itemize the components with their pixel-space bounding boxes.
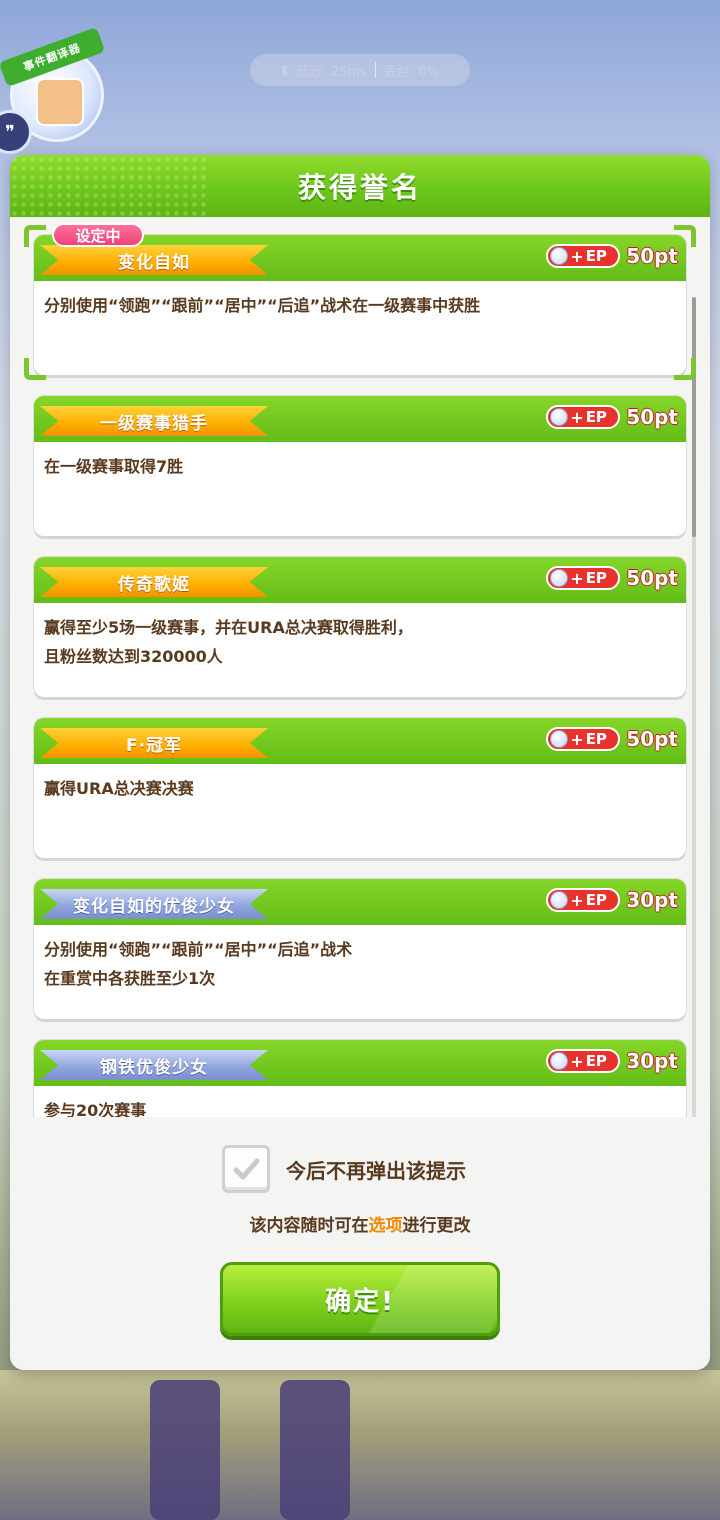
dont-show-again-label: 今后不再弹出该提示 [286,1158,466,1183]
ep-reward: + EP 30pt [546,888,678,912]
setting-active-badge: 设定中 [52,223,144,247]
ep-badge: + EP [546,1049,621,1073]
packet-loss-text: 丢包: 0% [383,64,439,80]
honor-description: 分别使用“领跑”“跟前”“居中”“后追”战术 在重赏中各获胜至少1次 [44,940,353,988]
ep-reward: + EP 50pt [546,566,678,590]
honor-card-header: 传奇歌姬 + EP 50pt [34,557,686,603]
ep-label: EP [585,408,607,426]
honor-dialog: 获得誉名 变化自如 + EP 50pt 分别使用“领跑”“跟前”“居中”“后追”战术在一… [10,155,710,1370]
background-scene [0,1370,720,1520]
dialog-footer: 今后不再弹出该提示 该内容随时可在选项进行更改 确定! [10,1117,710,1370]
ep-badge: + EP [546,888,621,912]
confirm-label: 确定! [325,1286,395,1317]
honor-description: 参与20次赛事 [44,1101,147,1117]
dont-show-again-row[interactable]: 今后不再弹出该提示 [222,1145,466,1193]
honor-card[interactable]: 一级赛事猎手 + EP 50pt 在一级赛事取得7胜 [34,396,686,536]
header-pattern [10,155,210,217]
signal-icon: ▮ [281,62,289,78]
honor-card[interactable]: F·冠军 + EP 50pt 赢得URA总决赛决赛 [34,718,686,858]
dont-show-again-checkbox[interactable] [222,1145,270,1193]
hint-suffix: 进行更改 [402,1216,471,1236]
confirm-button[interactable]: 确定! [220,1262,500,1336]
background-figure [280,1380,350,1520]
plus-icon: + [570,568,584,588]
divider [374,62,376,78]
honor-title: F·冠军 [40,728,268,758]
honor-card[interactable]: 变化自如的优俊少女 + EP 30pt 分别使用“领跑”“跟前”“居中”“后追”战术 在… [34,879,686,1019]
dialog-title: 获得誉名 [297,171,422,204]
honor-title: 钢铁优俊少女 [40,1050,268,1080]
honor-description: 赢得至少5场一级赛事，并在URA总决赛取得胜利， 且粉丝数达到320000人 [44,618,413,666]
ep-coin-icon [550,247,569,265]
ep-coin-icon [550,569,569,587]
ep-points: 50pt [626,405,678,429]
background-figure [150,1380,220,1520]
honor-card[interactable]: 钢铁优俊少女 + EP 30pt 参与20次赛事 [34,1040,686,1117]
honor-title: 一级赛事猎手 [40,406,268,436]
ep-label: EP [585,247,607,265]
ep-points: 50pt [626,566,678,590]
ep-reward: + EP 50pt [546,727,678,751]
hint-prefix: 该内容随时可在 [249,1216,369,1236]
honor-list[interactable]: 变化自如 + EP 50pt 分别使用“领跑”“跟前”“居中”“后追”战术在一级赛事中获… [10,217,710,1117]
ep-coin-icon [550,408,569,426]
avatar [36,78,84,126]
plus-icon: + [570,1051,584,1071]
honor-card-header: 一级赛事猎手 + EP 50pt [34,396,686,442]
dialog-header: 获得誉名 [10,155,710,217]
honor-title: 变化自如的优俊少女 [40,889,268,919]
plus-icon: + [570,246,584,266]
honor-card[interactable]: 传奇歌姬 + EP 50pt 赢得至少5场一级赛事，并在URA总决赛取得胜利， 且粉丝数… [34,557,686,697]
ep-points: 50pt [626,244,678,268]
ep-badge: + EP [546,405,621,429]
scrollbar-thumb[interactable] [692,297,696,537]
ep-badge: + EP [546,566,621,590]
ep-reward: + EP 50pt [546,244,678,268]
honor-card-header: 变化自如的优俊少女 + EP 30pt [34,879,686,925]
plus-icon: + [570,729,584,749]
ep-points: 30pt [626,888,678,912]
honor-description: 分别使用“领跑”“跟前”“居中”“后追”战术在一级赛事中获胜 [44,296,481,315]
ep-coin-icon [550,891,569,909]
ep-points: 50pt [626,727,678,751]
ep-coin-icon [550,730,569,748]
ep-coin-icon [550,1052,569,1070]
honor-card-header: 钢铁优俊少女 + EP 30pt [34,1040,686,1086]
honor-title: 传奇歌姬 [40,567,268,597]
honor-card-header: F·冠军 + EP 50pt [34,718,686,764]
ep-label: EP [585,1052,607,1070]
event-translator-badge[interactable]: 事件翻译器 ❞ [0,26,110,154]
ep-label: EP [585,730,607,748]
ep-reward: + EP 50pt [546,405,678,429]
options-link[interactable]: 选项 [369,1216,403,1236]
checkmark-icon [233,1158,260,1180]
plus-icon: + [570,407,584,427]
plus-icon: + [570,890,584,910]
honor-description: 在一级赛事取得7胜 [44,457,184,476]
ep-badge: + EP [546,244,621,268]
latency-text: 延迟: 25ms [296,64,367,80]
honor-card[interactable]: 变化自如 + EP 50pt 分别使用“领跑”“跟前”“居中”“后追”战术在一级赛事中获… [34,235,686,375]
ep-label: EP [585,891,607,909]
network-status: ▮ 延迟: 25ms 丢包: 0% [250,54,470,86]
ep-label: EP [585,569,607,587]
ep-points: 30pt [626,1049,678,1073]
honor-description: 赢得URA总决赛决赛 [44,779,194,798]
options-hint: 该内容随时可在选项进行更改 [10,1211,710,1236]
ep-badge: + EP [546,727,621,751]
ep-reward: + EP 30pt [546,1049,678,1073]
honor-title: 变化自如 [40,245,268,275]
